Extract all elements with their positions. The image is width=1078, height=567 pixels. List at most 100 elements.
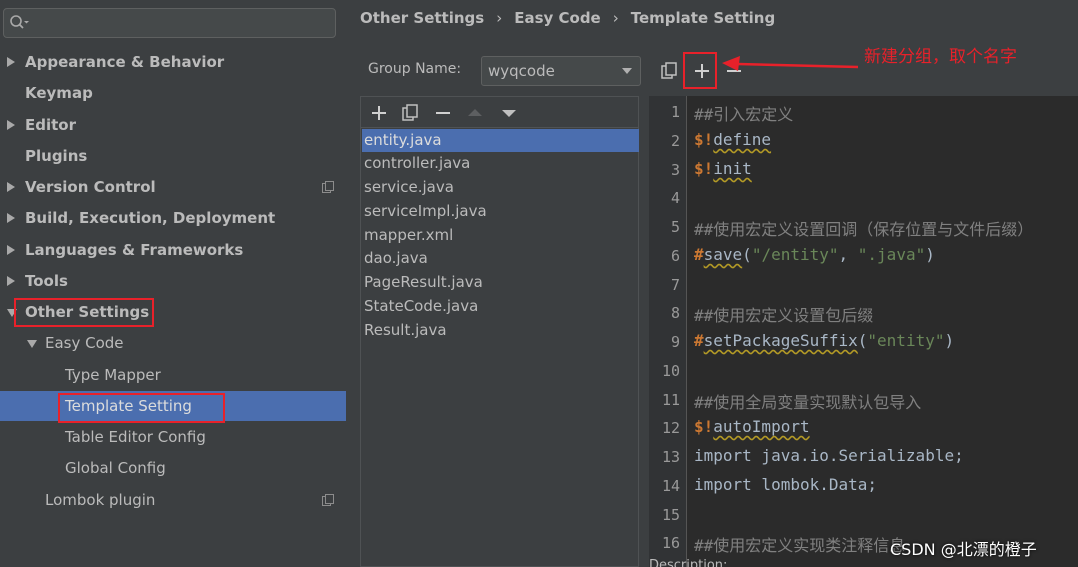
expand-arrow-icon[interactable] xyxy=(7,120,15,130)
line-number: 3 xyxy=(670,161,680,179)
sidebar-item-global-config[interactable]: Global Config xyxy=(0,453,346,483)
code-token: # xyxy=(694,245,704,264)
sidebar-item-easy-code[interactable]: Easy Code xyxy=(0,328,346,358)
breadcrumb-item[interactable]: Easy Code xyxy=(514,9,601,27)
breadcrumb-item: Template Setting xyxy=(630,9,776,27)
sidebar-item-label: Editor xyxy=(25,116,76,134)
code-line: ##使用全局变量实现默认包导入 xyxy=(694,393,922,412)
sidebar-item-label: Type Mapper xyxy=(65,366,161,384)
sidebar-item-keymap[interactable]: Keymap xyxy=(0,78,346,108)
line-number: 4 xyxy=(670,189,680,207)
remove-template-button[interactable] xyxy=(433,103,453,123)
sidebar-item-plugins[interactable]: Plugins xyxy=(0,141,346,171)
expand-arrow-icon[interactable] xyxy=(7,57,15,67)
code-token: ) xyxy=(925,245,935,264)
code-token: $! xyxy=(694,417,714,436)
sidebar-item-lombok-plugin[interactable]: Lombok plugin xyxy=(0,485,346,515)
file-item-service-impl[interactable]: serviceImpl.java xyxy=(362,200,639,223)
sidebar-item-editor[interactable]: Editor xyxy=(0,110,346,140)
code-token: , xyxy=(838,245,858,264)
annotation-arrow-icon xyxy=(722,56,859,71)
code-token: init xyxy=(713,159,752,178)
code-token: ) xyxy=(944,331,955,350)
highlight-box-other-settings xyxy=(14,298,154,327)
group-name-select[interactable]: wyqcode xyxy=(481,56,641,86)
breadcrumb-item[interactable]: Other Settings xyxy=(360,9,484,27)
breadcrumb-separator: › xyxy=(496,9,503,27)
file-item-controller[interactable]: controller.java xyxy=(362,152,639,175)
highlight-box-template-setting xyxy=(58,393,225,423)
line-number: 15 xyxy=(661,506,680,524)
file-item-state-code[interactable]: StateCode.java xyxy=(362,295,639,318)
annotation-text: 新建分组，取个名字 xyxy=(864,47,1017,67)
highlight-box-add-group xyxy=(683,52,717,89)
sidebar-item-label: Plugins xyxy=(25,147,88,165)
breadcrumb: Other Settings › Easy Code › Template Settin… xyxy=(360,9,775,27)
code-token: ( xyxy=(742,245,752,264)
line-number: 12 xyxy=(661,419,680,437)
file-item-mapper[interactable]: mapper.xml xyxy=(362,224,639,247)
sidebar-item-build-execution-deployment[interactable]: Build, Execution, Deployment xyxy=(0,203,346,233)
template-file-list: entity.java controller.java service.java… xyxy=(360,96,639,567)
sidebar-item-type-mapper[interactable]: Type Mapper xyxy=(0,360,346,390)
code-token: ".java" xyxy=(857,245,926,264)
sidebar-item-languages-frameworks[interactable]: Languages & Frameworks xyxy=(0,235,346,265)
file-item-dao[interactable]: dao.java xyxy=(362,247,639,270)
project-settings-icon xyxy=(322,181,334,193)
code-token: autoImport xyxy=(713,417,810,436)
line-number: 16 xyxy=(661,534,680,552)
code-line: $!init xyxy=(694,159,752,178)
expand-arrow-icon[interactable] xyxy=(7,245,15,255)
code-line: ##使用宏定义设置回调（保存位置与文件后缀） xyxy=(694,220,1034,239)
code-line: $!autoImport xyxy=(694,417,810,436)
code-token: ( xyxy=(857,331,868,350)
sidebar-item-label: Version Control xyxy=(25,178,156,196)
code-line: $!define xyxy=(694,130,771,149)
code-token: save xyxy=(703,245,743,264)
description-label: Description: xyxy=(649,558,728,567)
project-settings-icon xyxy=(322,494,334,506)
code-line: #save("/entity", ".java") xyxy=(694,245,935,264)
code-line: ##使用宏定义实现类注释信息 xyxy=(694,536,906,555)
chevron-down-icon xyxy=(622,68,632,74)
code-token: $! xyxy=(694,159,714,178)
add-template-button[interactable] xyxy=(369,103,389,123)
move-down-icon[interactable] xyxy=(499,103,519,123)
line-number: 9 xyxy=(670,333,680,351)
copy-template-button[interactable] xyxy=(400,103,420,123)
collapse-arrow-icon[interactable] xyxy=(27,340,37,348)
expand-arrow-icon[interactable] xyxy=(7,182,15,192)
file-item-result[interactable]: Result.java xyxy=(362,319,639,342)
settings-search-input[interactable] xyxy=(3,8,336,38)
sidebar-item-appearance-behavior[interactable]: Appearance & Behavior xyxy=(0,47,346,77)
code-token: setPackageSuffix xyxy=(703,331,858,350)
move-up-icon[interactable] xyxy=(465,103,485,123)
code-token: "/entity" xyxy=(751,245,839,264)
group-name-label: Group Name: xyxy=(368,61,462,77)
code-line: ##引入宏定义 xyxy=(694,105,794,124)
sidebar-item-version-control[interactable]: Version Control xyxy=(0,172,346,202)
copy-group-button[interactable] xyxy=(659,61,679,81)
file-item-entity[interactable]: entity.java xyxy=(362,129,639,152)
sidebar-item-tools[interactable]: Tools xyxy=(0,266,346,296)
sidebar-item-table-editor-config[interactable]: Table Editor Config xyxy=(0,422,346,452)
line-number: 2 xyxy=(670,132,680,150)
expand-arrow-icon[interactable] xyxy=(7,213,15,223)
sidebar-item-label: Languages & Frameworks xyxy=(25,241,244,259)
line-number: 6 xyxy=(670,247,680,265)
file-item-page-result[interactable]: PageResult.java xyxy=(362,271,639,294)
line-number: 13 xyxy=(661,448,680,466)
sidebar-item-label: Table Editor Config xyxy=(65,428,206,446)
code-token: "entity" xyxy=(867,331,945,350)
sidebar-item-label: Appearance & Behavior xyxy=(25,53,225,71)
file-item-service[interactable]: service.java xyxy=(362,176,639,199)
line-number: 11 xyxy=(661,391,680,409)
sidebar-item-label: Easy Code xyxy=(45,334,124,352)
expand-arrow-icon[interactable] xyxy=(7,276,15,286)
sidebar-item-label: Global Config xyxy=(65,459,166,477)
search-icon xyxy=(10,15,29,29)
sidebar-item-label: Keymap xyxy=(25,84,93,102)
code-token: # xyxy=(694,331,704,350)
template-code-editor[interactable]: 1 2 3 4 5 6 7 8 9 10 11 12 13 14 15 16 #… xyxy=(649,96,1078,567)
code-token: $! xyxy=(694,130,714,149)
